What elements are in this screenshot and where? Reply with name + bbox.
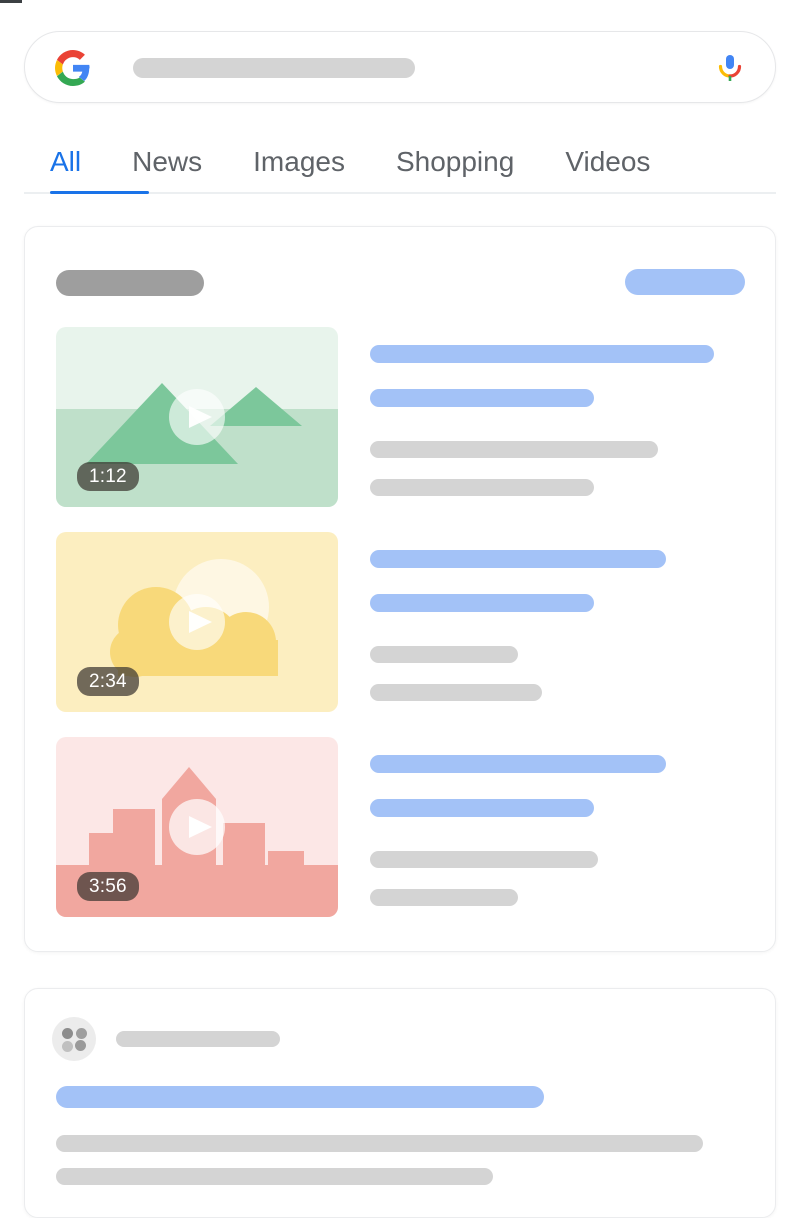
- description-line: [370, 851, 598, 868]
- video-text-placeholders: [370, 532, 746, 701]
- favicon-dot: [76, 1028, 87, 1039]
- google-g-logo-icon: [55, 50, 91, 86]
- video-result-row: 2:34: [56, 532, 746, 712]
- video-thumbnail-city-skyline[interactable]: 3:56: [56, 737, 338, 917]
- description-line: [370, 889, 518, 906]
- favicon-dot: [75, 1040, 86, 1051]
- tab-images[interactable]: Images: [253, 132, 345, 176]
- card-header-title-placeholder: [56, 270, 204, 296]
- title-line[interactable]: [370, 799, 594, 817]
- favicon-dot: [62, 1041, 73, 1052]
- video-text-placeholders: [370, 737, 746, 906]
- title-line[interactable]: [370, 389, 594, 407]
- video-results-card: 1:12 2:34 3:56: [24, 226, 776, 952]
- web-result-title-placeholder[interactable]: [56, 1086, 544, 1108]
- four-dots-favicon-icon: [52, 1017, 96, 1061]
- web-description-line: [56, 1168, 493, 1185]
- title-line[interactable]: [370, 345, 714, 363]
- microphone-icon[interactable]: [713, 51, 747, 85]
- description-line: [370, 479, 594, 496]
- description-line: [370, 646, 518, 663]
- video-duration-badge: 2:34: [77, 667, 139, 696]
- search-tabs: All News Images Shopping Videos: [24, 132, 776, 195]
- description-line: [370, 684, 542, 701]
- site-name-placeholder: [116, 1031, 280, 1047]
- tab-all[interactable]: All: [50, 132, 81, 176]
- tab-news[interactable]: News: [132, 132, 202, 176]
- title-line[interactable]: [370, 755, 666, 773]
- video-result-row: 3:56: [56, 737, 746, 917]
- search-bar[interactable]: [24, 31, 776, 103]
- video-thumbnail-mountains[interactable]: 1:12: [56, 327, 338, 507]
- description-line: [370, 441, 658, 458]
- active-tab-underline: [50, 191, 149, 194]
- corner-mark: [0, 0, 22, 3]
- title-line[interactable]: [370, 550, 666, 568]
- favicon-dot: [62, 1028, 73, 1039]
- video-result-row: 1:12: [56, 327, 746, 507]
- tab-videos[interactable]: Videos: [565, 132, 650, 176]
- video-thumbnail-sun-clouds[interactable]: 2:34: [56, 532, 338, 712]
- tab-shopping[interactable]: Shopping: [396, 132, 514, 176]
- video-duration-badge: 1:12: [77, 462, 139, 491]
- video-duration-badge: 3:56: [77, 872, 139, 901]
- card-header-action-button[interactable]: [625, 269, 745, 295]
- web-description-line: [56, 1135, 703, 1152]
- video-text-placeholders: [370, 327, 746, 496]
- search-input-placeholder[interactable]: [133, 58, 415, 78]
- title-line[interactable]: [370, 594, 594, 612]
